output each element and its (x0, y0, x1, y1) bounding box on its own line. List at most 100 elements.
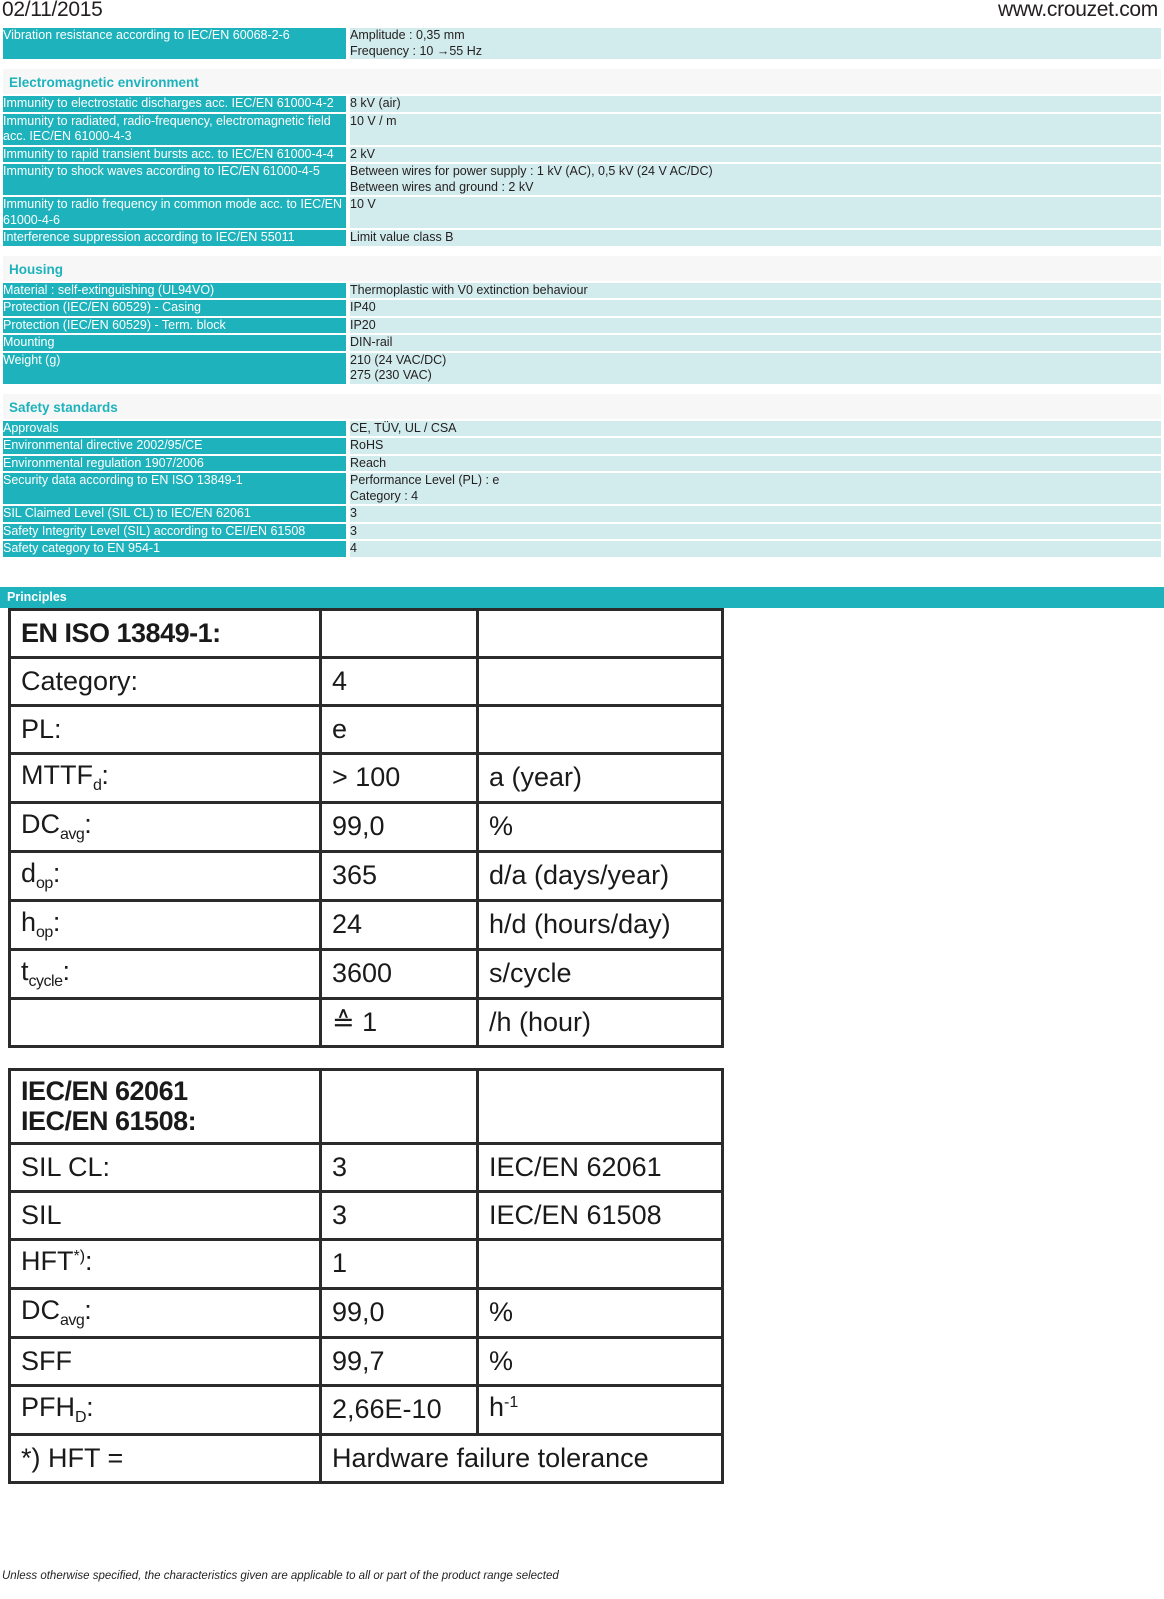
specifications-body: Vibration resistance according to IEC/EN… (3, 28, 1161, 557)
spec-row: Safety category to EN 954-1 4 (3, 541, 1161, 557)
fig1-row: MTTFd: > 100 a (year) (8, 751, 724, 804)
fig2-row-label: SFF (8, 1335, 322, 1387)
section-header-row: Safety standards (3, 393, 1161, 419)
spec-value-line: 2 kV (350, 146, 376, 161)
fig2-header-row: IEC/EN 62061 IEC/EN 61508: (8, 1067, 724, 1145)
spec-label: Immunity to radio frequency in common mo… (3, 197, 346, 228)
spec-value-line: Frequency : 10 →55 Hz (350, 43, 483, 58)
fig1-row: ≙ 1/h (hour) (8, 996, 724, 1048)
section-spacer (3, 61, 1161, 67)
iec-en-62061-61508-body: IEC/EN 62061 IEC/EN 61508: SIL CL: 3 IEC/EN … (8, 1067, 724, 1484)
spec-row: Immunity to rapid transient bursts acc. … (3, 146, 1161, 162)
fig2-row-unit: IEC/EN 61508 (476, 1189, 724, 1241)
fig2-label-suffix: : (84, 1294, 92, 1325)
fig2-row: PFHD: 2,66E-10 h-1 (8, 1383, 724, 1436)
fig2-row: SIL 3 IEC/EN 61508 (8, 1189, 724, 1241)
fig1-row-unit: d/a (days/year) (476, 849, 724, 902)
spec-value: Limit value class B (346, 230, 1161, 246)
spec-label: Weight (g) (3, 352, 346, 384)
section-spacer (3, 247, 1161, 254)
spec-label: Environmental regulation 1907/2006 (3, 455, 346, 471)
spec-label: Vibration resistance according to IEC/EN… (3, 28, 346, 59)
fig2-label-base: PFH (21, 1391, 75, 1422)
spec-value-line: IP20 (350, 317, 376, 332)
fig1-label-base: d (21, 857, 37, 888)
fig2-label-subscript: D (75, 1408, 87, 1426)
fig1-label-subscript: op (36, 923, 53, 941)
fig2-label-superscript: *) (73, 1247, 86, 1265)
fig1-row-label: DCavg: (8, 800, 322, 853)
spec-value-line: Performance Level (PL) : e (350, 473, 500, 487)
spec-row: Security data according to EN ISO 13849-… (3, 473, 1161, 504)
fig1-row-label: tcycle: (8, 947, 322, 1000)
fig1-row-label: Category: (8, 655, 322, 707)
spec-value-line: 210 (24 VAC/DC) (350, 352, 447, 367)
spec-row: Immunity to radio frequency in common mo… (3, 197, 1161, 228)
en-iso-13849-table: EN ISO 13849-1: Category: 4 PL: e MTTFd: > 100… (8, 607, 724, 1048)
section-header-row: Electromagnetic environment (3, 69, 1161, 94)
spec-row: Material : self-extinguishing (UL94VO) Th… (3, 282, 1161, 298)
fig1-row-label: hop: (8, 898, 322, 951)
fig2-footnote-marker: *) HFT = (8, 1432, 322, 1484)
spec-value: CE, TÜV, UL / CSA (346, 420, 1161, 436)
fig1-row: DCavg: 99,0% (8, 800, 724, 853)
spec-row: Vibration resistance according to IEC/EN… (3, 28, 1161, 59)
section-title: Safety standards (9, 399, 118, 415)
fig1-row-value: ≙ 1 (319, 996, 479, 1048)
fig1-label-suffix: : (101, 759, 109, 790)
spec-value-line: RoHS (350, 438, 384, 452)
spec-value: 210 (24 VAC/DC) 275 (230 VAC) (346, 352, 1161, 384)
spec-value-line: 10 V / m (350, 113, 397, 128)
fig1-row-value: 24 (319, 898, 479, 951)
fig1-row-label: dop: (8, 849, 322, 902)
spec-value: 2 kV (346, 146, 1161, 162)
fig2-unit-superscript: -1 (504, 1393, 519, 1411)
spec-value-line: Amplitude : 0,35 mm (350, 28, 465, 42)
section-header-cell: Safety standards (3, 393, 1161, 419)
fig1-row-value: 3600 (319, 947, 479, 1000)
fig1-row-unit: h/d (hours/day) (476, 898, 724, 951)
spec-row: Protection (IEC/EN 60529) - Casing IP40 (3, 300, 1161, 316)
fig1-label-base: PL: (21, 713, 62, 744)
fig1-row-value: > 100 (319, 751, 479, 804)
fig1-label-base: Category: (21, 665, 139, 696)
spec-label: Environmental directive 2002/95/CE (3, 438, 346, 454)
fig1-row-value: e (319, 703, 479, 755)
spec-value: RoHS (346, 438, 1161, 454)
spec-label: SIL Claimed Level (SIL CL) to IEC/EN 620… (3, 506, 346, 522)
fig2-row-unit: IEC/EN 62061 (476, 1141, 724, 1193)
spec-label: Safety category to EN 954-1 (3, 541, 346, 557)
spec-value: 4 (346, 541, 1161, 557)
spec-value: Thermoplastic with V0 extinction behavio… (346, 282, 1161, 298)
fig2-row-unit (476, 1237, 724, 1290)
spec-value-line: 10 V (350, 197, 376, 211)
fig2-label-subscript: avg (60, 1311, 85, 1329)
fig1-row-unit (476, 655, 724, 707)
fig1-label-suffix: : (52, 906, 61, 937)
page-header: 02/11/2015 www.crouzet.com (0, 0, 1164, 26)
spec-row: Immunity to electrostatic discharges acc… (3, 96, 1161, 112)
spec-row: Weight (g) 210 (24 VAC/DC) 275 (230 VAC) (3, 352, 1161, 384)
fig2-label-suffix: : (85, 1245, 93, 1276)
spec-value: IP20 (346, 317, 1161, 333)
spec-value: Performance Level (PL) : e Category : 4 (346, 473, 1161, 504)
spec-label: Material : self-extinguishing (UL94VO) (3, 282, 346, 298)
spec-value: 3 (346, 523, 1161, 539)
fig1-header-value (319, 607, 479, 659)
fig1-row: dop: 365 d/a (days/year) (8, 849, 724, 902)
spec-value-line: Reach (350, 455, 387, 470)
fig2-row-unit: h-1 (476, 1383, 724, 1436)
spec-value-line: DIN-rail (350, 335, 393, 349)
fig1-row-unit: a (year) (476, 751, 724, 804)
spec-row: Environmental directive 2002/95/CE RoHS (3, 438, 1161, 454)
spec-value: Amplitude : 0,35 mm Frequency : 10 →55 Hz (346, 28, 1161, 59)
fig1-row-label (8, 996, 322, 1048)
fig1-row-unit: s/cycle (476, 947, 724, 1000)
fig2-row-label: PFHD: (8, 1383, 322, 1436)
fig1-label-base: DC (21, 808, 60, 839)
section-spacer (3, 385, 1161, 392)
fig2-header-unit (476, 1067, 724, 1145)
spec-value-line: IP40 (350, 300, 376, 314)
principles-figures: EN ISO 13849-1: Category: 4 PL: e MTTFd: > 100… (0, 607, 1164, 1484)
fig2-label-base: SIL (21, 1199, 62, 1230)
